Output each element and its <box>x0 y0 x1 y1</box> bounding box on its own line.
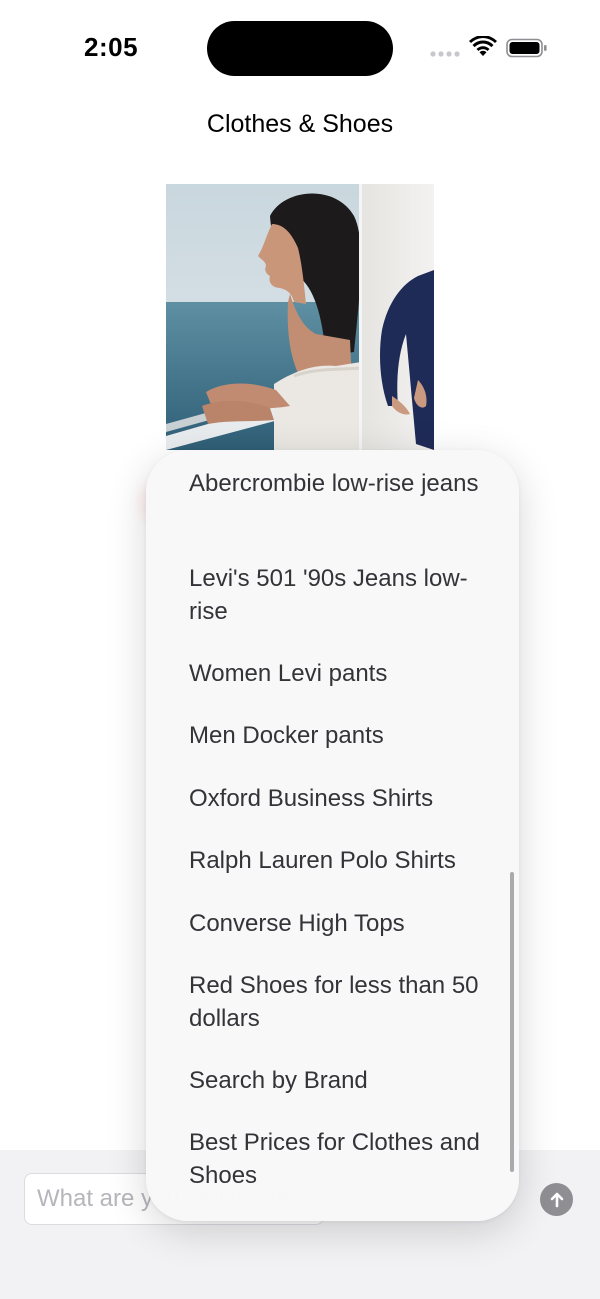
arrow-up-icon <box>550 1192 563 1207</box>
menu-item-oxford-business-shirts[interactable]: Oxford Business Shirts <box>189 782 489 815</box>
hero-image[interactable] <box>166 184 434 450</box>
menu-item-converse-high-tops[interactable]: Converse High Tops <box>189 907 489 940</box>
suggestions-dropdown[interactable]: Abercrombie low-rise jeans Levi's 501 '9… <box>146 450 519 1221</box>
menu-item-search-by-brand[interactable]: Search by Brand <box>189 1064 489 1097</box>
menu-item-men-docker-pants[interactable]: Men Docker pants <box>189 719 489 752</box>
battery-icon <box>506 38 547 58</box>
status-bar: 2:05 <box>0 0 600 96</box>
scrollbar[interactable] <box>510 872 514 1172</box>
menu-item-ralph-lauren-polo[interactable]: Ralph Lauren Polo Shirts <box>189 844 489 877</box>
wifi-icon <box>469 36 497 56</box>
menu-item-red-shoes[interactable]: Red Shoes for less than 50 dollars <box>189 969 489 1035</box>
send-button[interactable] <box>540 1183 573 1216</box>
menu-item-abercrombie-jeans[interactable]: Abercrombie low-rise jeans <box>189 467 489 500</box>
status-time: 2:05 <box>84 32 139 62</box>
menu-item-women-levi-pants[interactable]: Women Levi pants <box>189 657 489 690</box>
cellular-signal-icon <box>430 51 460 57</box>
page-title: Clothes & Shoes <box>206 110 394 138</box>
menu-item-levis-501-jeans[interactable]: Levi's 501 '90s Jeans low-rise <box>189 562 489 628</box>
dynamic-island <box>207 21 393 76</box>
menu-item-best-prices[interactable]: Best Prices for Clothes and Shoes <box>189 1126 489 1192</box>
